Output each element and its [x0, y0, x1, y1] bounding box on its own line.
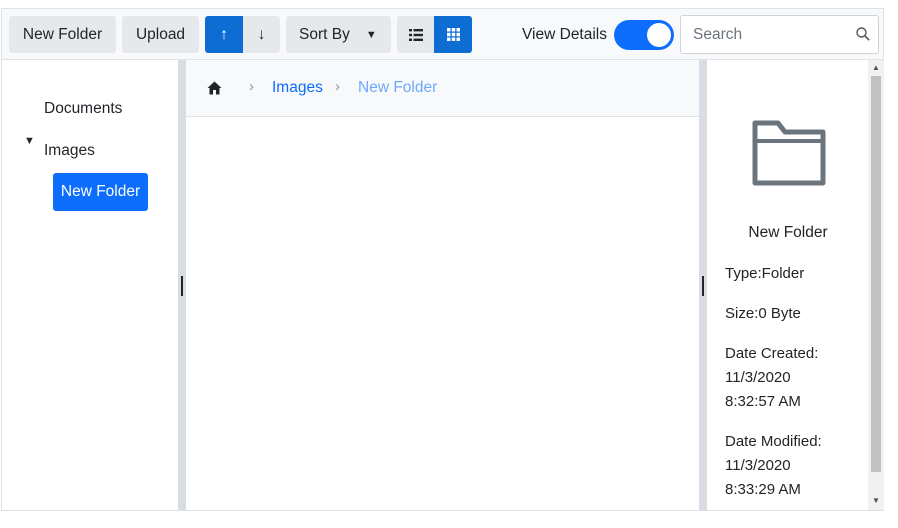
view-details-toggle[interactable] — [614, 20, 674, 50]
toggle-knob — [647, 23, 671, 47]
details-pane: New Folder Type:Folder Size:0 Byte Date … — [708, 60, 868, 510]
scrollbar-thumb[interactable] — [871, 76, 881, 472]
tree-item-new-folder[interactable]: New Folder — [53, 173, 148, 211]
folder-icon — [752, 120, 826, 186]
list-view-button[interactable] — [397, 16, 434, 53]
breadcrumb-item-images[interactable]: Images — [272, 79, 323, 97]
nav-splitter[interactable] — [178, 60, 186, 510]
upload-button[interactable]: Upload — [122, 16, 199, 53]
grid-view-button[interactable] — [434, 16, 472, 53]
scroll-down-arrow[interactable]: ▼ — [872, 496, 880, 505]
search-box — [680, 15, 879, 54]
list-view-icon — [408, 28, 423, 41]
details-size: Size:0 Byte — [725, 305, 801, 322]
breadcrumb-separator: › — [249, 78, 254, 95]
search-input[interactable] — [681, 16, 851, 53]
details-modified-date: 11/3/2020 — [725, 457, 791, 474]
details-name: New Folder — [748, 224, 828, 241]
sort-by-label: Sort By — [299, 25, 350, 43]
details-scrollbar[interactable]: ▲ ▼ — [868, 60, 884, 510]
breadcrumb: › Images › New Folder — [186, 60, 699, 117]
details-type: Type:Folder — [725, 265, 805, 282]
splitter-grip — [702, 276, 704, 296]
grid-view-icon — [446, 28, 460, 41]
sort-by-dropdown[interactable]: Sort By ▼ — [286, 16, 391, 53]
splitter-grip — [181, 276, 183, 296]
tree-item-images[interactable]: Images — [44, 142, 95, 160]
home-icon[interactable] — [207, 81, 222, 95]
breadcrumb-separator: › — [335, 78, 340, 95]
new-folder-button[interactable]: New Folder — [9, 16, 116, 53]
sort-ascending-button[interactable]: ↑ — [205, 16, 243, 53]
details-created-label: Date Created: — [725, 345, 819, 362]
view-details-label: View Details — [522, 26, 608, 43]
details-modified-time: 8:33:29 AM — [725, 481, 801, 498]
tree-item-documents[interactable]: Documents — [44, 100, 122, 118]
scroll-up-arrow[interactable]: ▲ — [872, 63, 880, 72]
toolbar: New Folder Upload ↑ ↓ Sort By ▼ View Det… — [2, 9, 883, 60]
file-manager: New Folder Upload ↑ ↓ Sort By ▼ View Det… — [1, 8, 884, 511]
caret-down-icon[interactable]: ▼ — [24, 135, 35, 147]
details-created-time: 8:32:57 AM — [725, 393, 801, 410]
sort-descending-button[interactable]: ↓ — [243, 16, 280, 53]
navigation-pane: Documents ▼ Images New Folder — [2, 60, 178, 510]
details-splitter[interactable] — [699, 60, 707, 510]
details-modified-label: Date Modified: — [725, 433, 822, 450]
content-pane: › Images › New Folder — [186, 60, 699, 510]
caret-down-icon: ▼ — [365, 28, 377, 41]
details-created-date: 11/3/2020 — [725, 369, 791, 386]
search-icon[interactable] — [856, 27, 870, 41]
breadcrumb-item-new-folder: New Folder — [358, 79, 438, 96]
